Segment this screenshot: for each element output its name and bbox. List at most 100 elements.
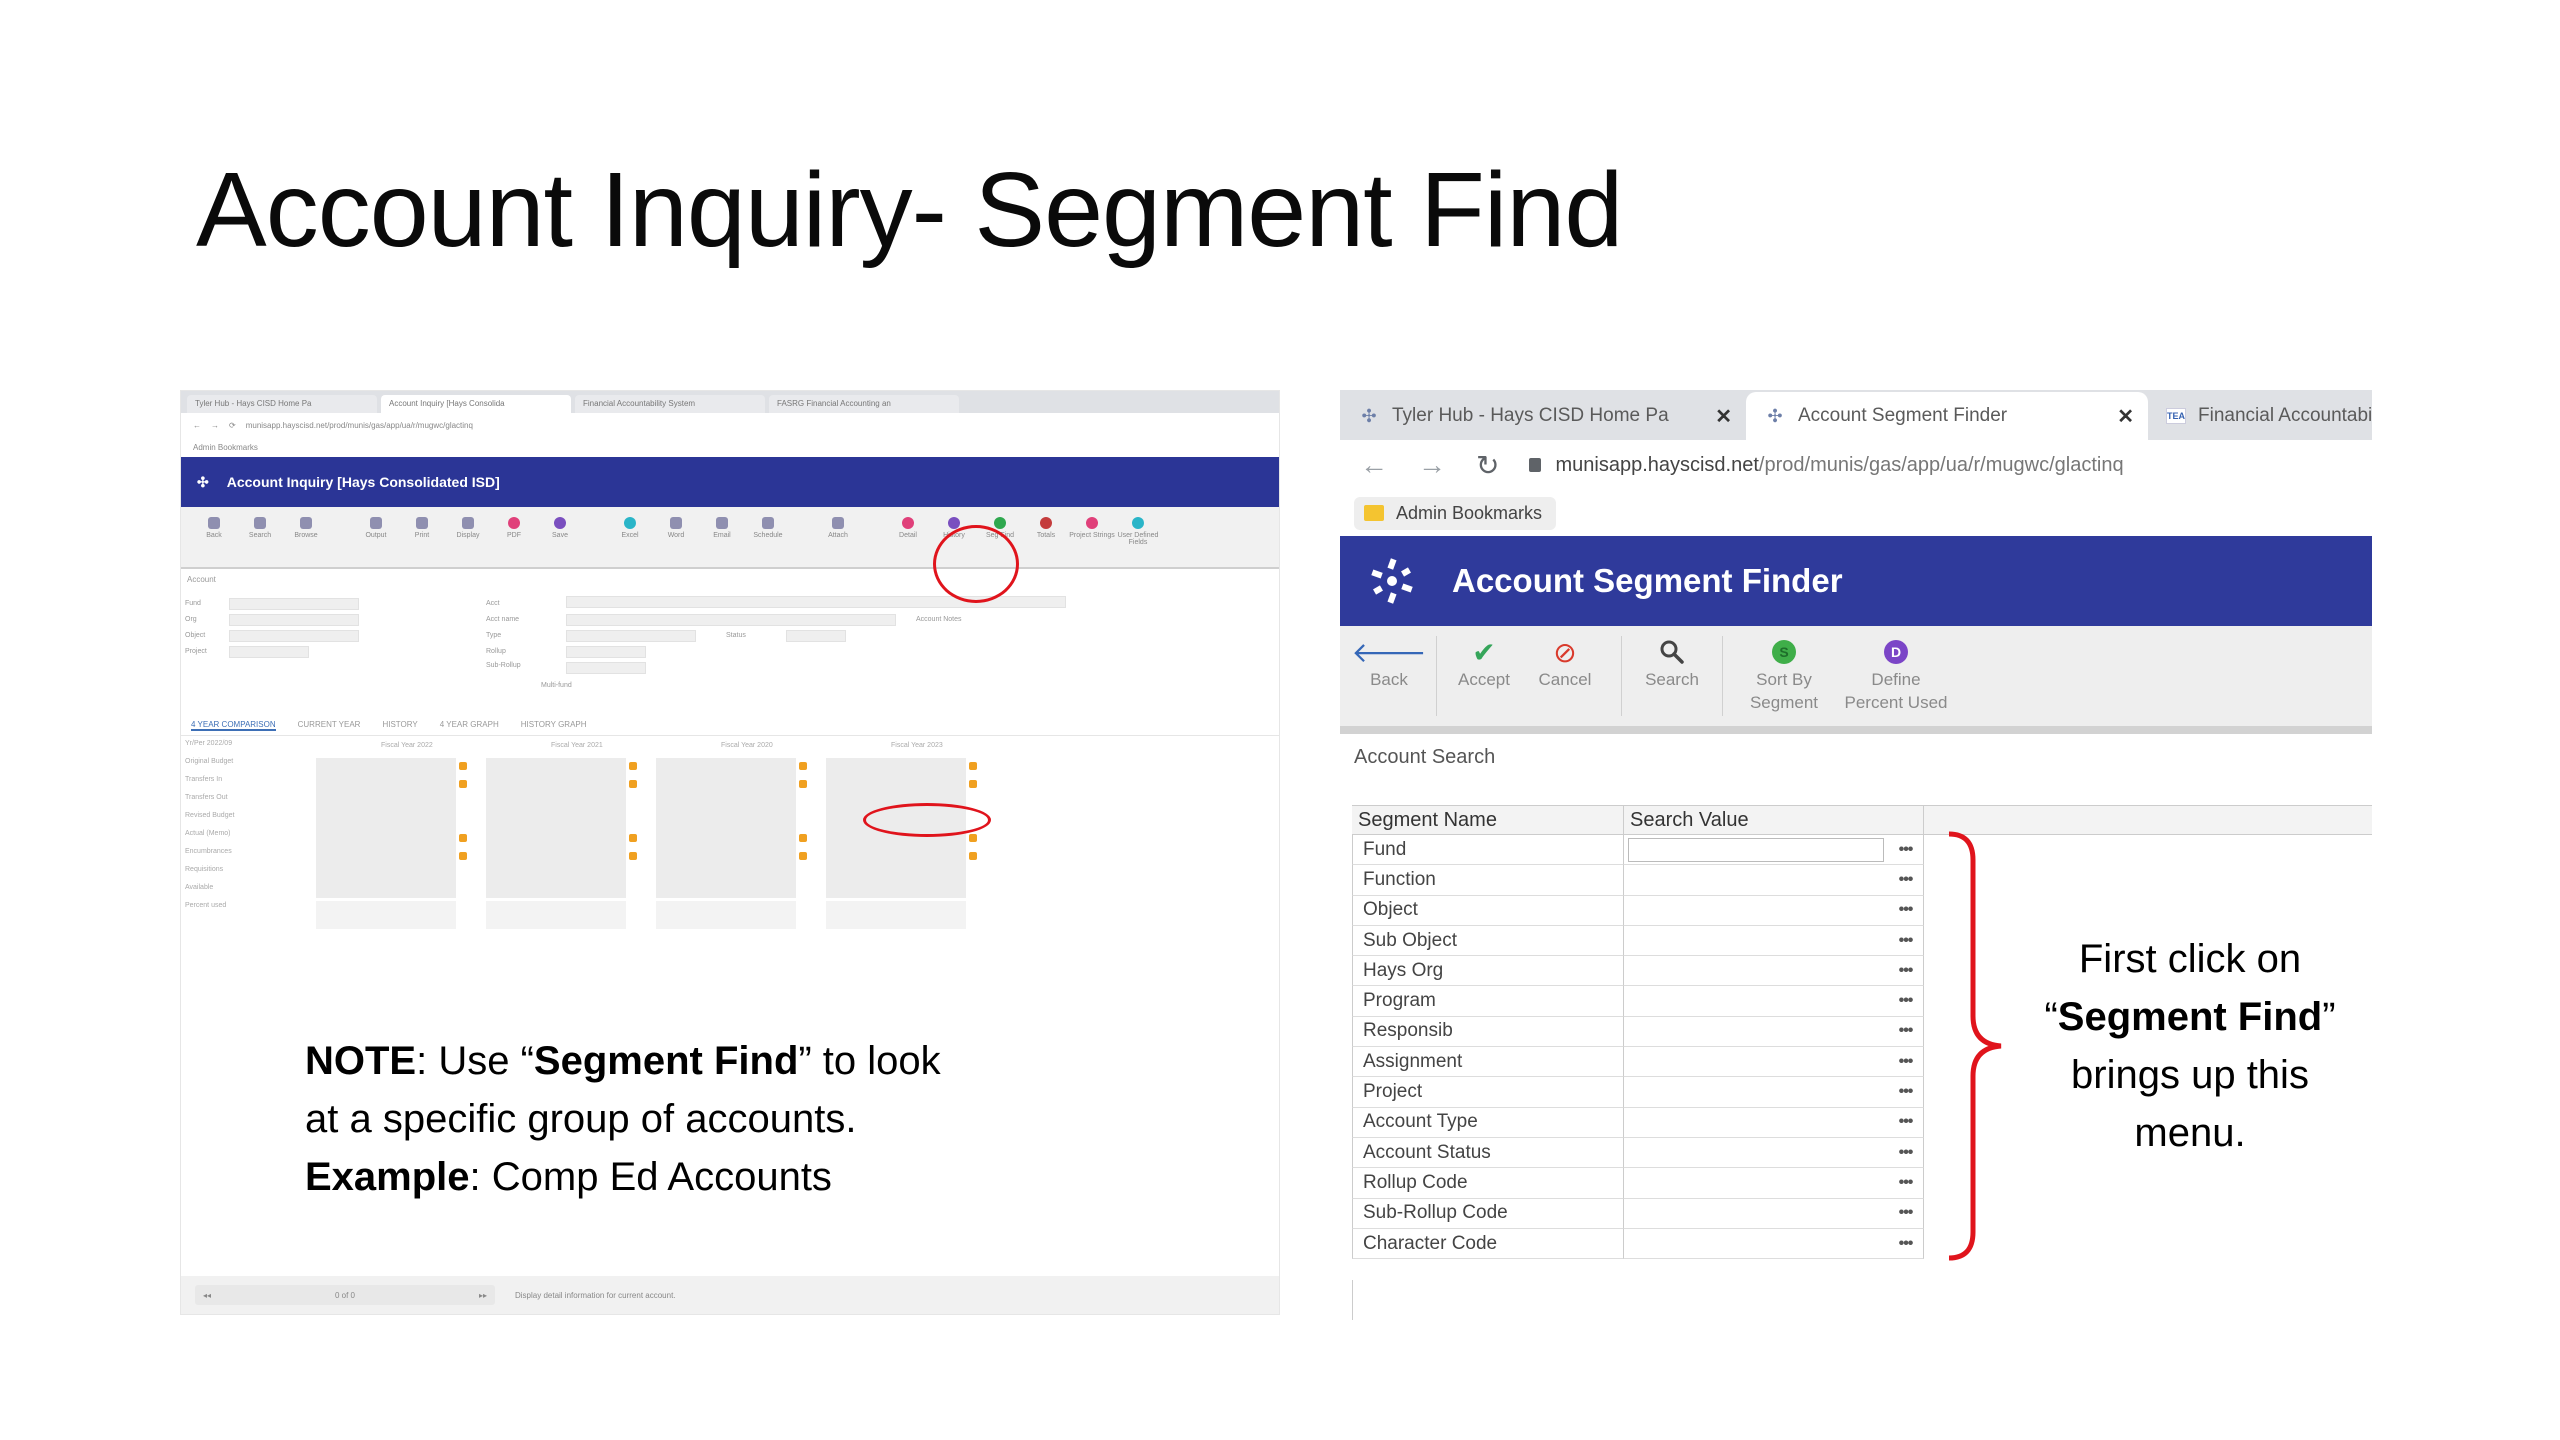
url-text[interactable]: munisapp.hayscisd.net/prod/munis/gas/app… xyxy=(246,421,473,430)
sort-by-segment-button[interactable]: S Sort By Segment xyxy=(1741,636,1827,714)
last-record-icon[interactable]: ▸▸ xyxy=(479,1291,487,1300)
reload-icon[interactable]: ↻ xyxy=(1476,449,1499,482)
tool-search-button[interactable]: Search xyxy=(237,517,283,539)
close-tab-icon[interactable]: ✕ xyxy=(1715,404,1732,429)
lookup-icon[interactable] xyxy=(799,852,807,860)
lookup-icon[interactable] xyxy=(629,834,637,842)
search-value-input[interactable] xyxy=(1624,1138,1888,1169)
accept-button[interactable]: ✔ Accept xyxy=(1455,636,1513,691)
search-value-input[interactable] xyxy=(1624,926,1888,957)
sub-rollup-field[interactable] xyxy=(566,662,646,674)
tab-history[interactable]: HISTORY xyxy=(382,720,417,731)
search-value-input[interactable] xyxy=(1624,896,1888,926)
tool-schedule-button[interactable]: Schedule xyxy=(745,517,791,539)
lookup-ellipsis-button[interactable]: ••• xyxy=(1888,1198,1924,1229)
column-header-segment-name[interactable]: Segment Name xyxy=(1352,806,1624,834)
lookup-ellipsis-button[interactable]: ••• xyxy=(1888,1137,1924,1169)
search-value-focused-field[interactable] xyxy=(1628,838,1884,862)
lookup-icon[interactable] xyxy=(629,762,637,770)
search-value-input[interactable] xyxy=(1624,956,1888,987)
tool-totals-button[interactable]: Totals xyxy=(1023,517,1069,539)
reload-icon[interactable]: ⟳ xyxy=(229,421,236,430)
tool-output-button[interactable]: Output xyxy=(353,517,399,539)
tab-4-year-comparison[interactable]: 4 YEAR COMPARISON xyxy=(191,720,276,731)
tool-excel-button[interactable]: Excel xyxy=(607,517,653,539)
browser-tab-financial[interactable]: TEA Financial Accountabili xyxy=(2148,392,2372,440)
browser-tab-active[interactable]: Account Inquiry [Hays Consolida xyxy=(381,395,571,413)
url-field[interactable]: munisapp.hayscisd.net/prod/munis/gas/app… xyxy=(1529,454,2124,477)
account-notes-button[interactable]: Account Notes xyxy=(916,616,962,623)
first-record-icon[interactable]: ◂◂ xyxy=(203,1291,211,1300)
lookup-ellipsis-button[interactable]: ••• xyxy=(1888,1228,1924,1260)
tab-current-year[interactable]: CURRENT YEAR xyxy=(298,720,361,731)
cancel-button[interactable]: ⊘ Cancel xyxy=(1527,636,1603,691)
tool-pdf-button[interactable]: PDF xyxy=(491,517,537,539)
tool-browse-button[interactable]: Browse xyxy=(283,517,329,539)
lookup-ellipsis-button[interactable]: ••• xyxy=(1888,1168,1924,1199)
tool-detail-button[interactable]: Detail xyxy=(885,517,931,539)
tool-print-button[interactable]: Print xyxy=(399,517,445,539)
lookup-ellipsis-button[interactable]: ••• xyxy=(1888,1016,1924,1048)
browser-tab-tyler-hub[interactable]: ✣ Tyler Hub - Hays CISD Home Pa ✕ xyxy=(1340,392,1746,440)
lookup-ellipsis-button[interactable]: ••• xyxy=(1888,895,1924,926)
multi-fund-checkbox[interactable]: Multi-fund xyxy=(541,682,572,689)
lookup-ellipsis-button[interactable]: ••• xyxy=(1888,986,1924,1017)
tool-attach-button[interactable]: Attach xyxy=(815,517,861,539)
tool-email-button[interactable]: Email xyxy=(699,517,745,539)
org-field[interactable] xyxy=(229,614,359,626)
lookup-icon[interactable] xyxy=(799,762,807,770)
lookup-icon[interactable] xyxy=(629,852,637,860)
project-field[interactable] xyxy=(229,646,309,658)
browser-tab[interactable]: FASRG Financial Accounting an xyxy=(769,395,959,413)
lookup-icon[interactable] xyxy=(969,762,977,770)
tool-display-button[interactable]: Display xyxy=(445,517,491,539)
lookup-ellipsis-button[interactable]: ••• xyxy=(1888,1077,1924,1108)
lookup-icon[interactable] xyxy=(799,834,807,842)
tool-word-button[interactable]: Word xyxy=(653,517,699,539)
define-percent-used-button[interactable]: D Define Percent Used xyxy=(1837,636,1955,714)
lookup-icon[interactable] xyxy=(629,780,637,788)
lookup-ellipsis-button[interactable]: ••• xyxy=(1888,1107,1924,1138)
browser-tab[interactable]: Financial Accountability System xyxy=(575,395,765,413)
acct-name-field[interactable] xyxy=(566,614,896,626)
browser-tab[interactable]: Tyler Hub - Hays CISD Home Pa xyxy=(187,395,377,413)
lookup-ellipsis-button[interactable]: ••• xyxy=(1888,865,1924,896)
lookup-icon[interactable] xyxy=(969,852,977,860)
tool-save-button[interactable]: Save xyxy=(537,517,583,539)
back-arrow-icon[interactable]: ← xyxy=(193,421,201,430)
lookup-icon[interactable] xyxy=(459,780,467,788)
search-value-input[interactable] xyxy=(1624,1047,1888,1078)
back-button[interactable]: 🡐 Back xyxy=(1351,636,1426,691)
bookmark-admin[interactable]: Admin Bookmarks xyxy=(193,443,258,452)
lookup-icon[interactable] xyxy=(459,852,467,860)
search-value-input[interactable] xyxy=(1624,986,1888,1017)
search-value-input[interactable] xyxy=(1624,1199,1888,1229)
search-value-input[interactable] xyxy=(1624,1229,1888,1260)
browser-tab-segment-finder[interactable]: ✣ Account Segment Finder ✕ xyxy=(1746,392,2148,440)
column-header-search-value[interactable]: Search Value xyxy=(1624,806,1924,834)
object-field[interactable] xyxy=(229,630,359,642)
back-arrow-icon[interactable]: ← xyxy=(1360,449,1388,481)
search-value-input[interactable] xyxy=(1624,835,1888,866)
lookup-ellipsis-button[interactable]: ••• xyxy=(1888,1047,1924,1078)
search-value-input[interactable] xyxy=(1624,1108,1888,1138)
record-pager[interactable]: ◂◂ 0 of 0 ▸▸ xyxy=(195,1285,495,1305)
lookup-icon[interactable] xyxy=(459,834,467,842)
search-value-input[interactable] xyxy=(1624,865,1888,896)
lookup-icon[interactable] xyxy=(459,762,467,770)
rollup-field[interactable] xyxy=(566,646,646,658)
tool-project-strings-button[interactable]: Project Strings xyxy=(1069,517,1115,539)
search-value-input[interactable] xyxy=(1624,1168,1888,1199)
lookup-ellipsis-button[interactable]: ••• xyxy=(1888,956,1924,987)
lookup-ellipsis-button[interactable]: ••• xyxy=(1888,925,1924,957)
lookup-icon[interactable] xyxy=(969,834,977,842)
lookup-icon[interactable] xyxy=(969,780,977,788)
status-field[interactable] xyxy=(786,630,846,642)
bookmark-admin[interactable]: Admin Bookmarks xyxy=(1354,496,1557,530)
search-value-input[interactable] xyxy=(1624,1077,1888,1108)
search-value-input[interactable] xyxy=(1624,1017,1888,1048)
fund-field[interactable] xyxy=(229,598,359,610)
forward-arrow-icon[interactable]: → xyxy=(1418,449,1446,481)
close-tab-icon[interactable]: ✕ xyxy=(2117,404,2134,429)
type-field[interactable] xyxy=(566,630,696,642)
